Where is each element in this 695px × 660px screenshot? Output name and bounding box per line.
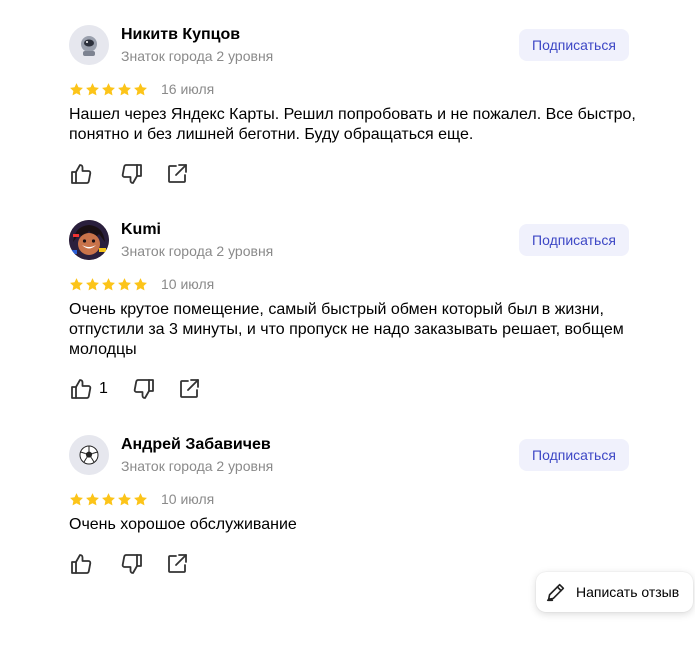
rating-stars bbox=[69, 492, 148, 508]
write-review-label: Написать отзыв bbox=[576, 584, 680, 600]
like-button[interactable] bbox=[69, 552, 99, 576]
star-icon bbox=[134, 83, 147, 96]
thumbs-up-icon bbox=[71, 164, 92, 184]
anime-avatar-icon bbox=[69, 220, 109, 260]
author-name[interactable]: Андрей Забавичев bbox=[121, 436, 271, 454]
author-level: Знаток города 2 уровня bbox=[121, 48, 274, 64]
review-date: 16 июля bbox=[161, 81, 215, 97]
review-actions bbox=[69, 162, 189, 186]
subscribe-button[interactable]: Подписаться bbox=[519, 29, 629, 61]
avatar[interactable] bbox=[69, 220, 109, 260]
star-icon bbox=[70, 278, 83, 291]
like-button[interactable]: 1 bbox=[69, 377, 108, 401]
like-button[interactable] bbox=[69, 162, 99, 186]
dislike-button[interactable] bbox=[120, 162, 144, 186]
review-text: Очень хорошое обслуживание bbox=[69, 516, 297, 533]
share-icon bbox=[168, 554, 187, 573]
star-icon bbox=[102, 493, 115, 506]
star-icon bbox=[134, 493, 147, 506]
rating-stars bbox=[69, 277, 148, 293]
like-count: 1 bbox=[99, 380, 108, 397]
star-icon bbox=[70, 493, 83, 506]
dislike-button[interactable] bbox=[120, 552, 144, 576]
thumbs-down-icon bbox=[133, 379, 154, 399]
share-button[interactable] bbox=[165, 552, 189, 576]
review-date: 10 июля bbox=[161, 491, 215, 507]
review-text: Нашел через Яндекс Карты. Решил попробов… bbox=[69, 106, 636, 143]
review-text: Очень крутое помещение, самый быстрый об… bbox=[69, 301, 624, 358]
review-actions bbox=[69, 552, 189, 576]
pen-icon bbox=[546, 583, 565, 602]
star-icon bbox=[86, 493, 99, 506]
share-button[interactable] bbox=[165, 162, 189, 186]
star-icon bbox=[102, 83, 115, 96]
write-review-button[interactable]: Написать отзыв bbox=[536, 572, 693, 612]
author-level: Знаток города 2 уровня bbox=[121, 458, 274, 474]
subscribe-button[interactable]: Подписаться bbox=[519, 439, 629, 471]
review-date: 10 июля bbox=[161, 276, 215, 292]
thumbs-down-icon bbox=[121, 554, 142, 574]
thumbs-up-icon bbox=[71, 379, 92, 399]
star-icon bbox=[118, 83, 131, 96]
author-level: Знаток города 2 уровня bbox=[121, 243, 274, 259]
star-icon bbox=[70, 83, 83, 96]
rating-stars bbox=[69, 82, 148, 98]
star-icon bbox=[118, 493, 131, 506]
star-icon bbox=[118, 278, 131, 291]
share-icon bbox=[168, 164, 187, 183]
astronaut-avatar-icon bbox=[69, 25, 109, 65]
star-icon bbox=[86, 278, 99, 291]
share-icon bbox=[180, 379, 199, 398]
soccer-ball-avatar-icon bbox=[69, 435, 109, 475]
thumbs-down-icon bbox=[121, 164, 142, 184]
avatar[interactable] bbox=[69, 25, 109, 65]
author-name[interactable]: Kumi bbox=[121, 221, 161, 239]
star-icon bbox=[134, 278, 147, 291]
subscribe-button[interactable]: Подписаться bbox=[519, 224, 629, 256]
share-button[interactable] bbox=[177, 377, 201, 401]
star-icon bbox=[86, 83, 99, 96]
review-actions: 1 bbox=[69, 377, 201, 401]
thumbs-up-icon bbox=[71, 554, 92, 574]
dislike-button[interactable] bbox=[132, 377, 156, 401]
avatar[interactable] bbox=[69, 435, 109, 475]
star-icon bbox=[102, 278, 115, 291]
author-name[interactable]: Никитв Купцов bbox=[121, 26, 240, 44]
